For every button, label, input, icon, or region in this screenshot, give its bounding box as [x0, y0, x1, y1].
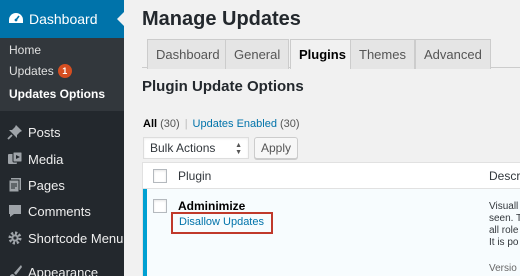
dashboard-submenu: Home Updates 1 Updates Options [0, 38, 124, 111]
dashboard-icon [9, 13, 23, 23]
tab-themes[interactable]: Themes [350, 39, 415, 69]
menu-label-comments: Comments [28, 204, 91, 219]
column-header-plugin[interactable]: Plugin [178, 169, 211, 183]
tab-general[interactable]: General [225, 39, 290, 69]
plugin-version: Versio [489, 263, 517, 274]
plugin-name: Adminimize [178, 199, 246, 213]
submenu-item-updates[interactable]: Updates 1 [9, 64, 72, 78]
apply-button[interactable]: Apply [254, 137, 298, 159]
submenu-updates-label: Updates [9, 64, 54, 78]
tab-plugins[interactable]: Plugins [290, 39, 355, 69]
menu-item-dashboard[interactable]: Dashboard [0, 0, 124, 38]
table-row: Adminimize Disallow Updates Visuall seen… [143, 189, 520, 276]
select-arrows-icon: ▲ ▼ [235, 142, 242, 156]
media-icon [8, 151, 23, 164]
menu-item-media[interactable]: Media [0, 148, 124, 170]
tab-advanced[interactable]: Advanced [415, 39, 491, 69]
table-header: Plugin Descr [143, 163, 520, 189]
description-line: Visuall [489, 201, 519, 212]
menu-label-dashboard: Dashboard [29, 11, 98, 27]
update-count-badge: 1 [57, 64, 72, 78]
plugins-table: Plugin Descr Adminimize Disallow Updates… [142, 162, 520, 276]
select-all-checkbox[interactable] [153, 169, 167, 183]
description-line: It is po [489, 237, 519, 248]
menu-label-media: Media [28, 152, 64, 167]
page-title: Manage Updates [142, 8, 301, 30]
highlight-box: Disallow Updates [171, 212, 273, 234]
current-menu-arrow [117, 12, 124, 26]
menu-item-posts[interactable]: Posts [0, 121, 124, 143]
submenu-item-home[interactable]: Home [9, 43, 41, 57]
settings-tabs: Dashboard General Plugins Themes Advance… [142, 38, 520, 69]
filter-all-label: All [143, 118, 158, 130]
menu-item-shortcode-menu[interactable]: Shortcode Menu [0, 227, 124, 249]
menu-label-pages: Pages [28, 178, 65, 193]
pushpin-icon [7, 125, 22, 140]
filter-updates-enabled-link[interactable]: Updates Enabled (30) [193, 118, 300, 130]
column-header-description[interactable]: Descr [489, 169, 520, 183]
bulk-actions-select[interactable]: Bulk Actions ▲ ▼ [143, 137, 249, 159]
menu-label-shortcode-menu: Shortcode Menu [28, 231, 124, 246]
row-checkbox[interactable] [153, 199, 167, 213]
menu-label-posts: Posts [28, 125, 61, 140]
filter-separator: | [184, 118, 188, 130]
brush-icon [9, 265, 22, 276]
row-active-indicator [143, 189, 147, 276]
filter-all-link[interactable]: All (30) [143, 118, 180, 130]
menu-item-appearance[interactable]: Appearance [0, 261, 124, 276]
pages-icon [8, 178, 21, 193]
comments-icon [9, 205, 21, 217]
description-line: seen. T [489, 213, 520, 224]
bulk-actions-value: Bulk Actions [150, 141, 216, 155]
filter-all-count: (30) [160, 118, 180, 130]
menu-item-comments[interactable]: Comments [0, 200, 124, 222]
plugin-description: Visuall seen. T all role It is po [489, 201, 520, 249]
filter-enabled-label: Updates Enabled [192, 118, 277, 130]
tab-dashboard[interactable]: Dashboard [147, 39, 229, 69]
disallow-updates-link[interactable]: Disallow Updates [179, 216, 264, 228]
admin-sidebar: Dashboard Home Updates 1 Updates Options … [0, 0, 124, 276]
menu-item-pages[interactable]: Pages [0, 174, 124, 196]
filter-enabled-count: (30) [280, 118, 300, 130]
menu-label-appearance: Appearance [28, 265, 99, 276]
description-line: all role [489, 225, 519, 236]
plugin-filter-links: All (30) | Updates Enabled (30) [143, 118, 300, 130]
gear-icon [8, 231, 22, 245]
submenu-item-updates-options[interactable]: Updates Options [9, 87, 105, 101]
section-title: Plugin Update Options [142, 78, 304, 95]
